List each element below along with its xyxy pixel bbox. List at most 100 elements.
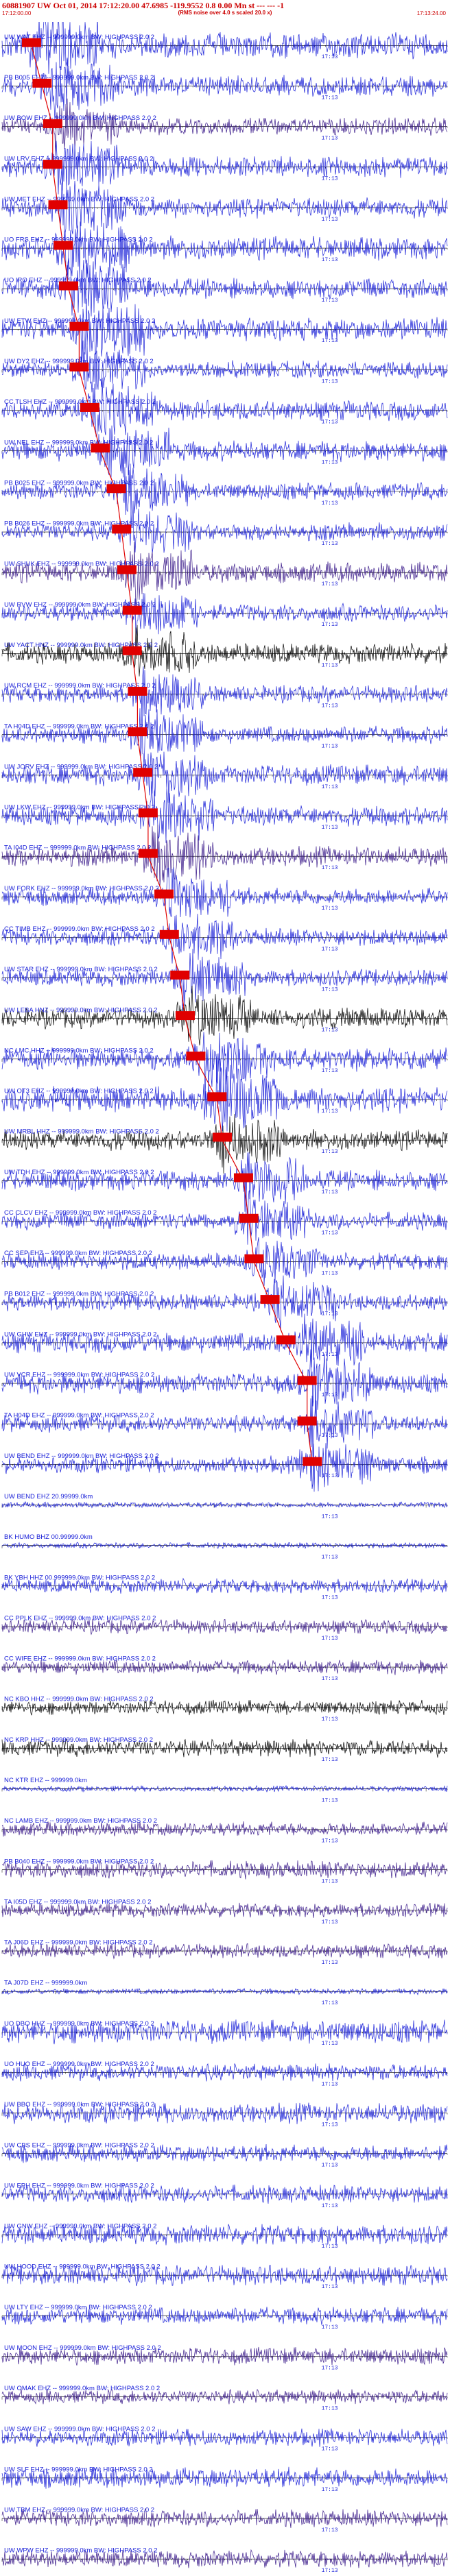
trace-label: UW GHW EHZ -- 999999.0km BW: HIGHPASS 2.…: [4, 1330, 156, 1338]
minute-label: 17:13: [322, 1636, 338, 1642]
trace-label: UW MET EHZ -- 999999.0km BW: HIGHPASS 2.…: [4, 195, 154, 203]
minute-label: 17:13: [322, 1555, 338, 1561]
trace-label: TA I04D EHZ -- 999999.0km BW: HIGHPASS 2…: [4, 845, 151, 852]
minute-label: 17:13: [322, 1149, 338, 1155]
trace-row: UO DBO HHZ -- 999999.0km BW: HIGHPASS 2.…: [1, 2019, 448, 2047]
minute-label: 17:13: [322, 54, 338, 60]
minute-label: 17:13: [322, 2163, 338, 2169]
trace-label: UW LRV EHZ -- 999999.0km BW: HIGHPASS 2.…: [4, 155, 154, 162]
minute-label: 17:13: [322, 1838, 338, 1845]
waveform: [1, 1396, 448, 1457]
trace-row: CC SEP EHZ -- 999999.0km BW: HIGHPASS 2.…: [1, 1237, 448, 1286]
trace-row: CC TIMB EHZ -- 999999.0km BW: HIGHPASS 2…: [1, 914, 448, 964]
trace-label: UW VCR EHZ -- 999999.0km BW: HIGHPASS 2.…: [4, 1372, 154, 1379]
waveform: [1, 62, 448, 121]
trace-label: CC CLCV EHZ -- 999999.0km BW: HIGHPASS 2…: [4, 1209, 156, 1217]
minute-label: 17:13: [322, 906, 338, 912]
trace-label: TA I05D EHZ -- 999999.0km BW: HIGHPASS 2…: [4, 1898, 151, 1906]
trace-label: UO DBO HHZ -- 999999.0km BW: HIGHPASS 2.…: [4, 2020, 154, 2028]
minute-label: 17:13: [322, 865, 338, 871]
minute-label: 17:13: [322, 581, 338, 587]
minute-label: 17:13: [322, 1230, 338, 1236]
trace-row: UO IRO EHZ -- 999999.0km BW: HIGHPASS 2.…: [1, 258, 448, 317]
waveform: [1, 1275, 448, 1330]
trace-row: TA H04D EHZ -- 999999.0km BW: HIGHPASS 2…: [1, 703, 448, 767]
trace-label: UW CBS EHZ -- 999999.0km BW: HIGHPASS 2.…: [4, 2141, 154, 2149]
minute-label: 17:13: [322, 460, 338, 466]
waveform: [1, 463, 448, 518]
minute-label: 17:13: [322, 2081, 338, 2087]
trace-row: NC LAMB EHZ -- 999999.0km BW: HIGHPASS 2…: [1, 1817, 448, 1845]
minute-label: 17:13: [322, 1108, 338, 1115]
trace-row: UW SHUK EHZ -- 999999.0km BW: HIGHPASS 2…: [1, 542, 448, 609]
trace-label: UW BBO EHZ -- 999999.0km BW: HIGHPASS 2.…: [4, 2101, 154, 2109]
trace-label: NC KBO HHZ -- 999999.0km BW: HIGHPASS 2.…: [4, 1696, 154, 1703]
minute-label: 17:13: [322, 541, 338, 547]
minute-label: 17:13: [322, 1757, 338, 1763]
trace-label: CC WIFE EHZ -- 999999.0km BW: HIGHPASS 2…: [4, 1655, 156, 1663]
waveform: [1, 340, 448, 393]
trace-row: UW GNW EHZ -- 999999.0km BW: HIGHPASS 2.…: [1, 2223, 448, 2250]
trace-label: NC LMC HHZ -- 999999.0km BW: HIGHPASS 2.…: [4, 1047, 154, 1054]
waveform: [1, 1313, 448, 1368]
trace-label: PB B026 EHZ -- 999999.0km BW: HIGHPASS 2…: [4, 520, 154, 528]
noise-note: (RMS noise over 4.0 s scaled 20.0 x): [178, 10, 272, 16]
minute-label: 17:13: [322, 2203, 338, 2209]
minute-label: 17:13: [322, 257, 338, 263]
trace-row: UW BBO EHZ -- 999999.0km BW: HIGHPASS 2.…: [1, 2101, 448, 2128]
minute-label: 17:13: [322, 1392, 338, 1398]
trace-label: PB B040 EHZ -- 999999.0km BW: HIGHPASS 2…: [4, 1858, 154, 1865]
trace-row: UW HOOD EHZ -- 999999.0km BW: HIGHPASS 2…: [1, 2263, 448, 2290]
trace-label: UW BOW EHZ -- 999999.0km BW: HIGHPASS 2.…: [4, 114, 156, 122]
minute-label: 17:13: [322, 1352, 338, 1358]
waveform: [1, 666, 448, 721]
trace-row: UW BOW EHZ -- 999999.0km BW: HIGHPASS 2.…: [1, 98, 448, 155]
trace-row: CC TLSH EHZ -- 999999.0km BW: HIGHPASS 2…: [1, 377, 448, 437]
waveform: [1, 624, 448, 677]
trace-label: UW LKW EHZ -- 999999.0km BW: HIGHPASS 2.…: [4, 804, 155, 812]
minute-label: 17:13: [322, 1676, 338, 1682]
trace-row: UO FRS EHZ -- 999999.0km BW: HIGHPASS 2.…: [1, 221, 448, 280]
trace-row: PB B040 EHZ -- 999999.0km BW: HIGHPASS 2…: [1, 1858, 448, 1885]
minute-label: 17:13: [322, 95, 338, 101]
minute-label: 17:13: [322, 136, 338, 142]
minute-label: 17:13: [322, 1960, 338, 1966]
trace-label: UW GNW EHZ -- 999999.0km BW: HIGHPASS 2.…: [4, 2223, 156, 2231]
trace-label: UW TDH EHZ -- 999999.0km BW: HIGHPASS 2.…: [4, 1169, 154, 1176]
trace-label: UW LEBA HNZ -- 999999.0km BW: HIGHPASS 2…: [4, 1006, 158, 1014]
plot-header: 60881907 UW Oct 01, 2014 17:12:20.00 47.…: [0, 0, 450, 22]
trace-row: UW STAR EHZ -- 999999.0km BW: HIGHPASS 2…: [1, 949, 448, 1012]
trace-row: UW TDH EHZ -- 999999.0km BW: HIGHPASS 2.…: [1, 1152, 448, 1212]
trace-row: UW LRV EHZ -- 999999.0km BW: HIGHPASS 2.…: [1, 141, 448, 195]
trace-label: CC TLSH EHZ -- 999999.0km BW: HIGHPASS 2…: [4, 398, 156, 406]
trace-row: UW LEBA HNZ -- 999999.0km BW: HIGHPASS 2…: [1, 985, 448, 1046]
minute-label: 17:13: [322, 703, 338, 709]
trace-label: UW BEND EHZ 20.99999.0km: [4, 1493, 93, 1500]
trace-label: NC LAMB EHZ -- 999999.0km BW: HIGHPASS 2…: [4, 1817, 157, 1825]
trace-label: BK HUMO BHZ 00.99999.0km: [4, 1533, 93, 1541]
trace-row: PB B005 EHZ -- 999999.0km BW: HIGHPASS 2…: [1, 62, 448, 121]
minute-label: 17:13: [322, 297, 338, 304]
trace-label: TA H04D EHZ -- 999999.0km BW: HIGHPASS 2…: [4, 1412, 154, 1420]
trace-row: UW RCM EHZ -- 999999.0km BW: HIGHPASS 2.…: [1, 666, 448, 721]
minute-label: 17:13: [322, 946, 338, 952]
minute-label: 17:13: [322, 1189, 338, 1195]
trace-label: CC SEP EHZ -- 999999.0km BW: HIGHPASS 2.…: [4, 1250, 152, 1257]
minute-label: 17:13: [322, 1919, 338, 1925]
trace-label: NC KRP HHZ -- 999999.0km BW: HIGHPASS 2.…: [4, 1736, 153, 1744]
trace-row: TA H04D EHZ -- 999999.0km BW: HIGHPASS 2…: [1, 1396, 448, 1457]
trace-label: CC TIMB EHZ -- 999999.0km BW: HIGHPASS 2…: [4, 925, 155, 933]
minute-label: 17:13: [322, 662, 338, 668]
trace-row: NC KRP HHZ -- 999999.0km BW: HIGHPASS 2.…: [1, 1736, 448, 1763]
minute-label: 17:13: [322, 744, 338, 750]
trace-row: CC CLCV EHZ -- 999999.0km BW: HIGHPASS 2…: [1, 1189, 448, 1245]
waveform: [1, 1443, 448, 1492]
trace-label: PB B012 EHZ -- 999999.0km BW: HIGHPASS 2…: [4, 1290, 154, 1298]
seismogram-chart: UW WAT EHZ -- 999999.0km BW: HIGHPASS 2.…: [1, 22, 448, 2574]
trace-row: NC KBO HHZ -- 999999.0km BW: HIGHPASS 2.…: [1, 1696, 448, 1723]
waveform: [1, 180, 448, 241]
trace-row: TA I04D EHZ -- 999999.0km BW: HIGHPASS 2…: [1, 825, 448, 888]
trace-row: CC PPLK EHZ -- 999999.0km BW: HIGHPASS 2…: [1, 1614, 448, 1642]
trace-row: UW YACT HNZ -- 999999.0km BW: HIGHPASS 2…: [1, 624, 448, 677]
trace-label: UW STAR EHZ -- 999999.0km BW: HIGHPASS 2…: [4, 966, 158, 973]
